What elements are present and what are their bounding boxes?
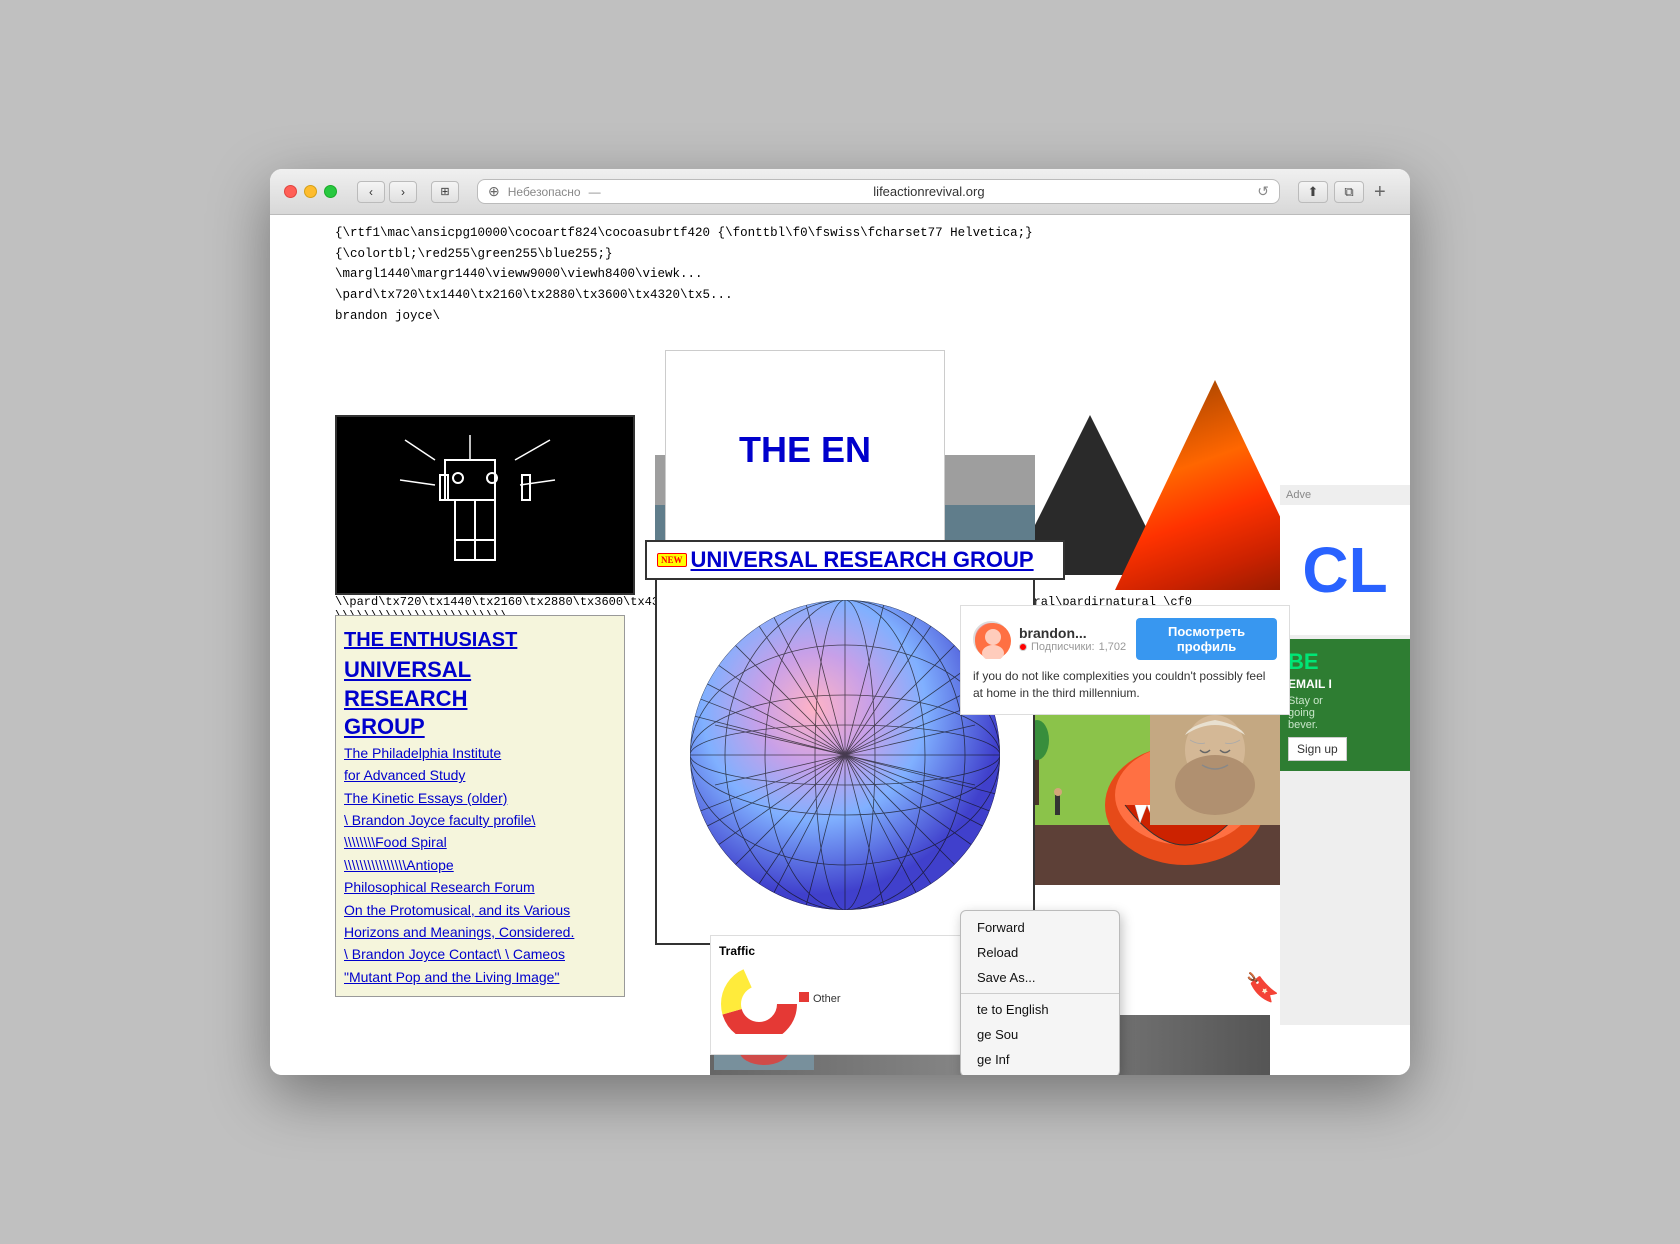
minimize-button[interactable] bbox=[304, 185, 317, 198]
copy-button[interactable]: ⧉ bbox=[1334, 181, 1364, 203]
context-menu-forward[interactable]: Forward bbox=[961, 915, 1119, 940]
ad-cla-block[interactable]: CL bbox=[1280, 505, 1410, 635]
ad-bev-line: bever. bbox=[1288, 719, 1402, 731]
ad-header-label: Adve bbox=[1280, 485, 1410, 505]
sidebar-nav: THE ENTHUSIAST UNIVERSALRESEARCHGROUP Th… bbox=[335, 615, 625, 997]
context-menu-source[interactable]: ge Sou bbox=[961, 1022, 1119, 1047]
back-button[interactable]: ‹ bbox=[357, 181, 385, 203]
urg-title: UNIVERSAL RESEARCH GROUP bbox=[691, 547, 1034, 573]
traffic-title: Traffic bbox=[719, 944, 981, 958]
traffic-panel: Traffic Other bbox=[710, 935, 990, 1055]
sidebar-enthusiast-link[interactable]: THE ENTHUSIAST bbox=[344, 624, 616, 656]
context-menu-saveas[interactable]: Save As... bbox=[961, 965, 1119, 990]
profile-info: brandon... Подписчики: 1,702 bbox=[1019, 625, 1126, 653]
traffic-chart-svg: Other bbox=[719, 964, 939, 1034]
profile-panel: brandon... Подписчики: 1,702 Посмотреть … bbox=[960, 605, 1290, 715]
rtf-line-3: \pard\tx720\tx1440\tx2160\tx2880\tx3600\… bbox=[335, 285, 1270, 306]
ad-stay-line: Stay or bbox=[1288, 695, 1402, 707]
context-menu-inspect[interactable]: ge Inf bbox=[961, 1047, 1119, 1072]
ad-bev-block[interactable]: BE EMAIL I Stay or going bever. Sign up bbox=[1280, 639, 1410, 771]
sidebar-food-spiral-link[interactable]: \\\\\\\\Food Spiral bbox=[344, 831, 616, 853]
profile-subscribers-count: 1,702 bbox=[1099, 641, 1127, 653]
context-menu: Forward Reload Save As... te to English … bbox=[960, 910, 1120, 1075]
profile-avatar bbox=[973, 621, 1009, 657]
forward-button[interactable]: › bbox=[389, 181, 417, 203]
context-menu-divider bbox=[961, 993, 1119, 994]
ad-panel: Adve CL BE EMAIL I Stay or going bever. … bbox=[1280, 485, 1410, 1025]
titlebar: ‹ › ⊞ ⊕ Небезопасно — lifeactionrevival.… bbox=[270, 169, 1410, 215]
profile-subscribers-label: Подписчики: bbox=[1031, 641, 1095, 653]
browser-window: ‹ › ⊞ ⊕ Небезопасно — lifeactionrevival.… bbox=[270, 169, 1410, 1075]
enthusiast-title: THE EN bbox=[739, 429, 871, 471]
ad-email-line: EMAIL I bbox=[1288, 677, 1402, 691]
reload-icon[interactable]: ↺ bbox=[1257, 183, 1269, 200]
address-bar[interactable]: ⊕ Небезопасно — lifeactionrevival.org ↺ bbox=[477, 179, 1280, 204]
sidebar-faculty-link[interactable]: \ Brandon Joyce faculty profile\ bbox=[344, 809, 616, 831]
ad-going-line: going bbox=[1288, 707, 1402, 719]
browser-content: {\rtf1\mac\ansicpg10000\cocoartf824\coco… bbox=[270, 215, 1410, 1075]
profile-header: brandon... Подписчики: 1,702 Посмотреть … bbox=[973, 618, 1277, 660]
live-indicator bbox=[1019, 643, 1027, 651]
traffic-lights bbox=[284, 185, 337, 198]
ad-signup-button[interactable]: Sign up bbox=[1288, 737, 1347, 761]
sidebar-philadelphia-link[interactable]: The Philadelphia Institutefor Advanced S… bbox=[344, 742, 616, 787]
sidebar-protomusical-link[interactable]: On the Protomusical, and its Various Hor… bbox=[344, 899, 616, 944]
new-tab-button[interactable]: + bbox=[1374, 181, 1396, 203]
sketch-image bbox=[335, 415, 635, 595]
sidebar-button[interactable]: ⊞ bbox=[431, 181, 459, 203]
rtf-line-1: {\rtf1\mac\ansicpg10000\cocoartf824\coco… bbox=[335, 223, 1270, 264]
share-button[interactable]: ⬆ bbox=[1298, 181, 1328, 203]
add-tab-icon: ⊕ bbox=[488, 183, 500, 200]
ad-cla-text: CL bbox=[1302, 538, 1387, 602]
sidebar-contact-link[interactable]: \ Brandon Joyce Contact\ \ Cameos bbox=[344, 943, 616, 965]
bookmark-icon[interactable]: 🔖 bbox=[1245, 971, 1280, 1005]
follow-button[interactable]: Посмотреть профиль bbox=[1136, 618, 1277, 660]
new-badge: NEW bbox=[657, 553, 687, 567]
avatar-svg bbox=[975, 623, 1011, 659]
rtf-code-top: {\rtf1\mac\ansicpg10000\cocoartf824\coco… bbox=[335, 223, 1270, 326]
profile-name: brandon... bbox=[1019, 625, 1126, 641]
sidebar-mutant-pop-link[interactable]: "Mutant Pop and the Living Image" bbox=[344, 966, 616, 988]
rtf-line-4: brandon joyce\ bbox=[335, 306, 1270, 327]
context-menu-reload[interactable]: Reload bbox=[961, 940, 1119, 965]
close-button[interactable] bbox=[284, 185, 297, 198]
security-label: Небезопасно bbox=[508, 185, 581, 199]
nav-buttons: ‹ › bbox=[357, 181, 417, 203]
profile-bio: if you do not like complexities you coul… bbox=[973, 668, 1277, 702]
dash-separator: — bbox=[589, 185, 601, 199]
enthusiast-panel: THE EN bbox=[665, 350, 945, 550]
maximize-button[interactable] bbox=[324, 185, 337, 198]
rtf-line-2: \margl1440\margr1440\vieww9000\viewh8400… bbox=[335, 264, 1270, 285]
sidebar-kinetic-link[interactable]: The Kinetic Essays (older) bbox=[344, 787, 616, 809]
urg-overlay: NEW UNIVERSAL RESEARCH GROUP bbox=[645, 540, 1065, 580]
context-menu-translate[interactable]: te to English bbox=[961, 997, 1119, 1022]
sidebar-forum-link[interactable]: Philosophical Research Forum bbox=[344, 876, 616, 898]
url-text: lifeactionrevival.org bbox=[609, 184, 1250, 199]
sidebar-antiope-link[interactable]: \\\\\\\\\\\\\\\\Antiope bbox=[344, 854, 616, 876]
robot-sketch-svg bbox=[355, 430, 615, 580]
sidebar-urg-link[interactable]: UNIVERSALRESEARCHGROUP bbox=[344, 656, 616, 742]
svg-text:Other: Other bbox=[813, 993, 841, 1005]
toolbar-right: ⬆ ⧉ + bbox=[1298, 181, 1396, 203]
ad-bev-title: BE bbox=[1288, 649, 1402, 675]
